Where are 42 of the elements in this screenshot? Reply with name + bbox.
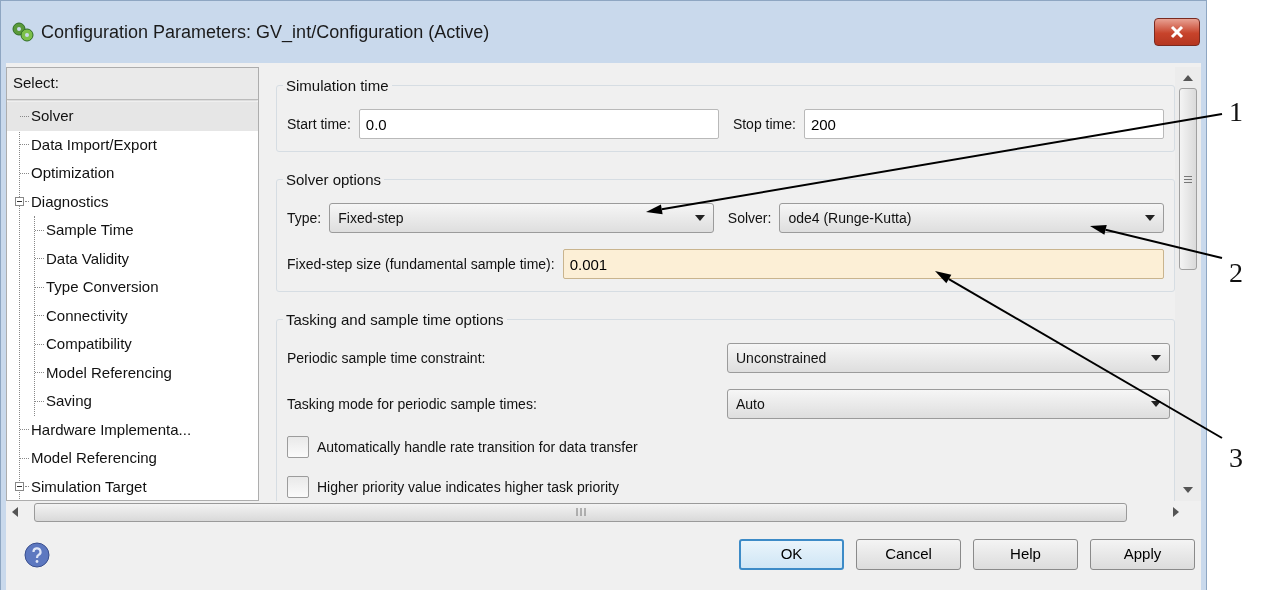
field-label: Periodic sample time constraint: bbox=[287, 348, 487, 368]
dialog-button[interactable]: Apply bbox=[1090, 539, 1195, 570]
dropdown[interactable]: Auto bbox=[727, 389, 1170, 419]
tree-item[interactable]: Optimization bbox=[20, 159, 258, 188]
field-label: Fixed-step size (fundamental sample time): bbox=[287, 254, 555, 274]
tree-item[interactable]: Model Referencing bbox=[20, 444, 258, 473]
tree-item[interactable]: Data Validity bbox=[35, 244, 258, 273]
tree-item[interactable]: Solver bbox=[7, 102, 258, 131]
section-title: Tasking and sample time options bbox=[285, 312, 505, 327]
dialog-button[interactable]: Help bbox=[973, 539, 1078, 570]
tree-header: Select: bbox=[7, 68, 258, 100]
checkbox-label: Higher priority value indicates higher task priority bbox=[317, 477, 619, 497]
tree-item[interactable]: Sample Time bbox=[35, 216, 258, 245]
field-label: Tasking mode for periodic sample times: bbox=[287, 394, 538, 414]
field-label: Solver: bbox=[727, 208, 772, 228]
input-field[interactable]: 0.001 bbox=[562, 249, 1164, 279]
tree-item[interactable]: Compatibility bbox=[35, 330, 258, 359]
callout-number: 1 bbox=[1229, 98, 1243, 126]
tree-item[interactable]: Type Conversion bbox=[35, 273, 258, 302]
dialog-button[interactable]: OK bbox=[739, 539, 844, 570]
tree-item[interactable]: Connectivity bbox=[35, 301, 258, 330]
dropdown[interactable]: ode4 (Runge-Kutta) bbox=[779, 203, 1164, 233]
tree-item[interactable]: Hardware Implementa... bbox=[20, 415, 258, 444]
dropdown[interactable]: Fixed-step bbox=[329, 203, 714, 233]
section-title: Simulation time bbox=[285, 78, 390, 93]
tree-item[interactable]: Saving bbox=[35, 387, 258, 416]
field-label: Type: bbox=[287, 208, 322, 228]
tree-item[interactable]: Simulation Target bbox=[15, 472, 258, 500]
callout-number: 3 bbox=[1229, 444, 1243, 472]
dialog-button[interactable]: Cancel bbox=[856, 539, 961, 570]
input-field[interactable]: 0.0 bbox=[358, 109, 719, 139]
input-field[interactable]: 200 bbox=[803, 109, 1164, 139]
section-title: Solver options bbox=[285, 172, 383, 187]
tree-item[interactable]: Data Import/Export bbox=[20, 130, 258, 159]
checkbox-label: Automatically handle rate transition for data transfer bbox=[317, 437, 638, 457]
tree-item[interactable]: Model Referencing bbox=[35, 358, 258, 387]
dropdown[interactable]: Unconstrained bbox=[727, 343, 1170, 373]
callout-number: 2 bbox=[1229, 259, 1243, 287]
tree-item[interactable]: Diagnostics bbox=[15, 187, 258, 216]
field-label: Start time: bbox=[287, 114, 351, 134]
window-title: Configuration Parameters: GV_int/Configuration (Active) bbox=[41, 20, 491, 45]
field-label: Stop time: bbox=[732, 114, 796, 134]
